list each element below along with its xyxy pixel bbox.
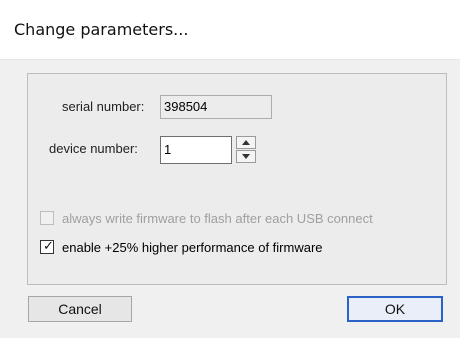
triangle-up-icon xyxy=(242,140,250,145)
enable-performance-label: enable +25% higher performance of firmwa… xyxy=(62,240,323,255)
serial-number-field: 398504 xyxy=(160,95,272,119)
dialog-title: Change parameters... xyxy=(14,20,189,39)
always-write-firmware-label: always write firmware to flash after eac… xyxy=(62,211,373,226)
dialog-titlebar: Change parameters... xyxy=(0,0,460,60)
cancel-button[interactable]: Cancel xyxy=(28,296,132,322)
spin-down-button[interactable] xyxy=(236,150,256,163)
device-number-spinner[interactable] xyxy=(236,136,258,164)
triangle-down-icon xyxy=(242,154,250,159)
device-number-input[interactable]: 1 xyxy=(160,136,232,164)
serial-number-label: serial number: xyxy=(62,99,145,114)
always-write-firmware-checkbox[interactable] xyxy=(40,211,54,225)
spin-up-button[interactable] xyxy=(236,136,256,149)
checkmark-icon: ✓ xyxy=(43,238,54,253)
ok-button[interactable]: OK xyxy=(347,296,443,322)
enable-performance-checkbox[interactable]: ✓ xyxy=(40,238,54,254)
device-number-label: device number: xyxy=(49,141,138,156)
